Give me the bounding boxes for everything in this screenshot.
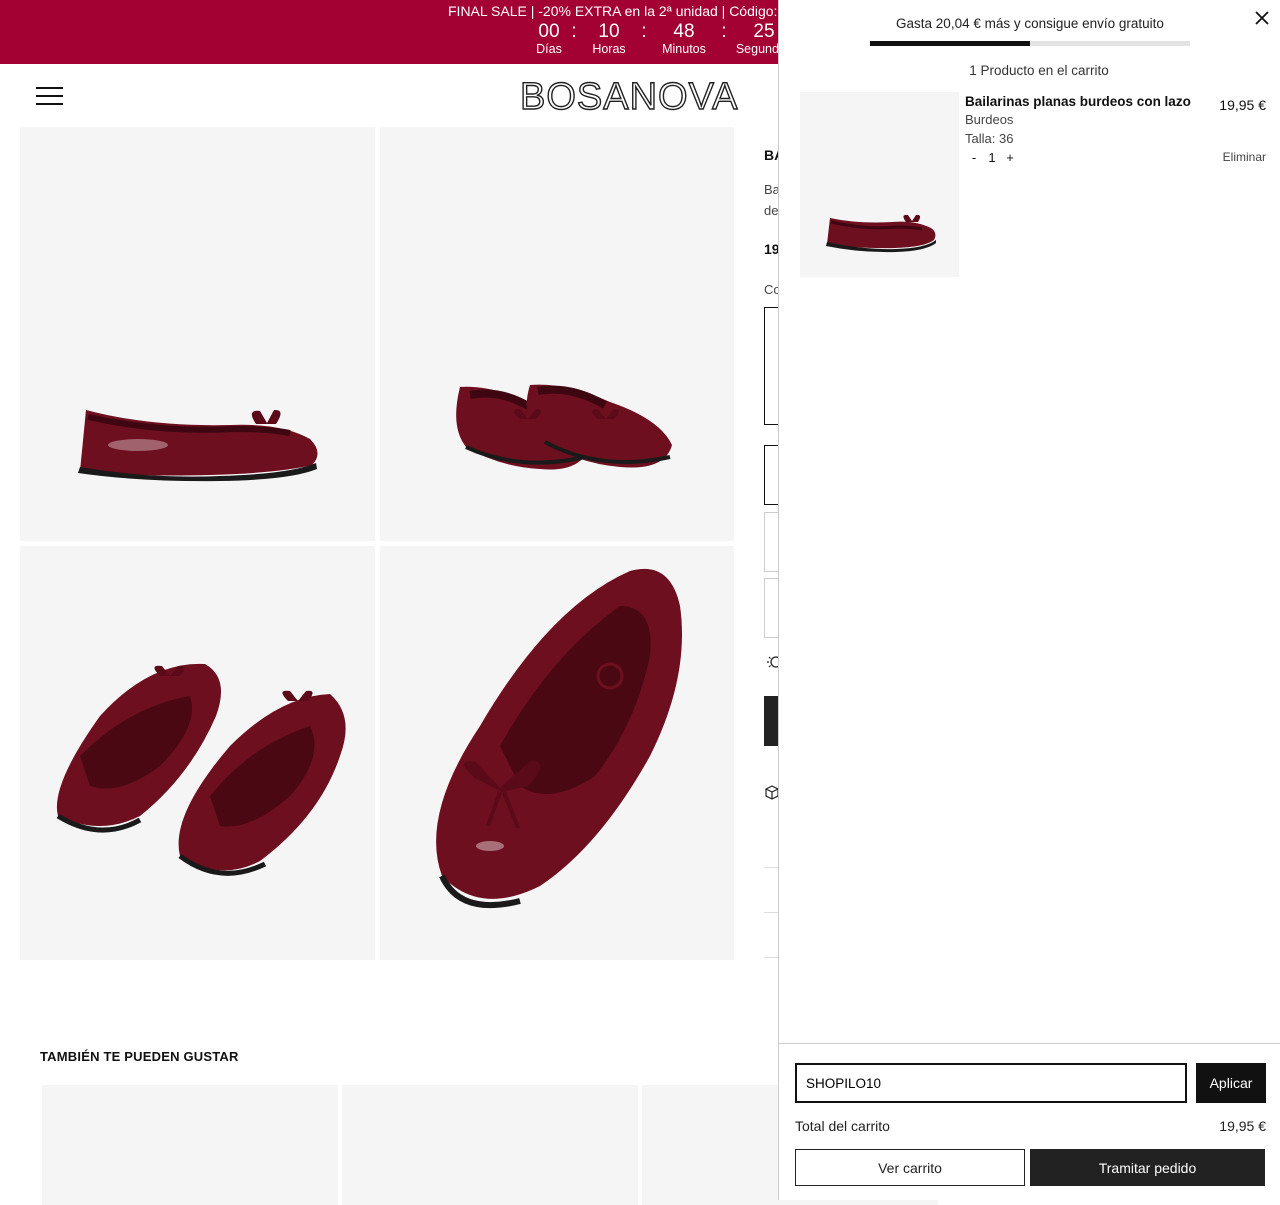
close-icon[interactable] [1253, 9, 1271, 27]
countdown-hours-label: Horas [592, 42, 626, 56]
checkout-button[interactable]: Tramitar pedido [1030, 1149, 1265, 1186]
cart-item-name[interactable]: Bailarinas planas burdeos con lazo [965, 94, 1191, 109]
product-image-side[interactable] [20, 127, 375, 541]
related-product-card[interactable] [42, 1085, 338, 1205]
countdown-days: 00 Días [531, 21, 567, 57]
menu-icon[interactable] [36, 86, 64, 106]
product-image-pair-front[interactable] [380, 127, 734, 541]
quantity-value: 1 [988, 150, 996, 165]
promo-text: FINAL SALE | -20% EXTRA en la 2ª unidad … [448, 3, 778, 19]
countdown-days-value: 00 [538, 21, 560, 42]
view-cart-button[interactable]: Ver carrito [795, 1149, 1025, 1186]
product-image-top[interactable] [380, 546, 734, 960]
apply-coupon-button[interactable]: Aplicar [1196, 1063, 1266, 1103]
cart-item-price: 19,95 € [1219, 97, 1266, 113]
coupon-input[interactable] [795, 1063, 1187, 1103]
countdown-minutes: 48 Minutos [651, 21, 717, 57]
related-product-card[interactable] [342, 1085, 638, 1205]
cart-count-message: 1 Producto en el carrito [969, 63, 1109, 78]
countdown-hours-value: 10 [598, 21, 620, 42]
countdown-seconds-value: 25 [753, 21, 775, 42]
countdown-minutes-label: Minutos [662, 42, 706, 56]
countdown-separator: : [641, 21, 647, 42]
cart-item-image[interactable] [800, 92, 959, 277]
free-shipping-message: Gasta 20,04 € más y consigue envío gratu… [896, 16, 1164, 31]
related-title: TAMBIÉN TE PUEDEN GUSTAR [40, 1049, 239, 1064]
countdown-separator: : [721, 21, 727, 42]
free-shipping-progress-fill [870, 41, 1030, 46]
cart-total-value: 19,95 € [1219, 1118, 1266, 1134]
free-shipping-progress [870, 41, 1190, 46]
countdown-separator: : [571, 21, 577, 42]
product-image-pair-back[interactable] [20, 546, 375, 960]
remove-item-link[interactable]: Eliminar [1223, 150, 1266, 164]
cart-item-color: Burdeos [965, 112, 1014, 127]
site-logo[interactable]: BOSANOVA [519, 75, 738, 119]
cart-total-label: Total del carrito [795, 1118, 890, 1134]
countdown-hours: 10 Horas [581, 21, 637, 57]
countdown-minutes-value: 48 [673, 21, 695, 42]
quantity-increase-button[interactable]: + [1003, 150, 1017, 165]
quantity-decrease-button[interactable]: - [967, 150, 981, 165]
countdown: 00 Días : 10 Horas : 48 Minutos : 25 Seg… [531, 21, 797, 57]
countdown-days-label: Días [536, 42, 562, 56]
cart-item-size: Talla: 36 [965, 131, 1014, 146]
cart-footer: Aplicar Total del carrito 19,95 € Ver ca… [779, 1043, 1280, 1200]
quantity-stepper: - 1 + [967, 150, 1017, 165]
cart-drawer: Gasta 20,04 € más y consigue envío gratu… [778, 0, 1280, 1200]
